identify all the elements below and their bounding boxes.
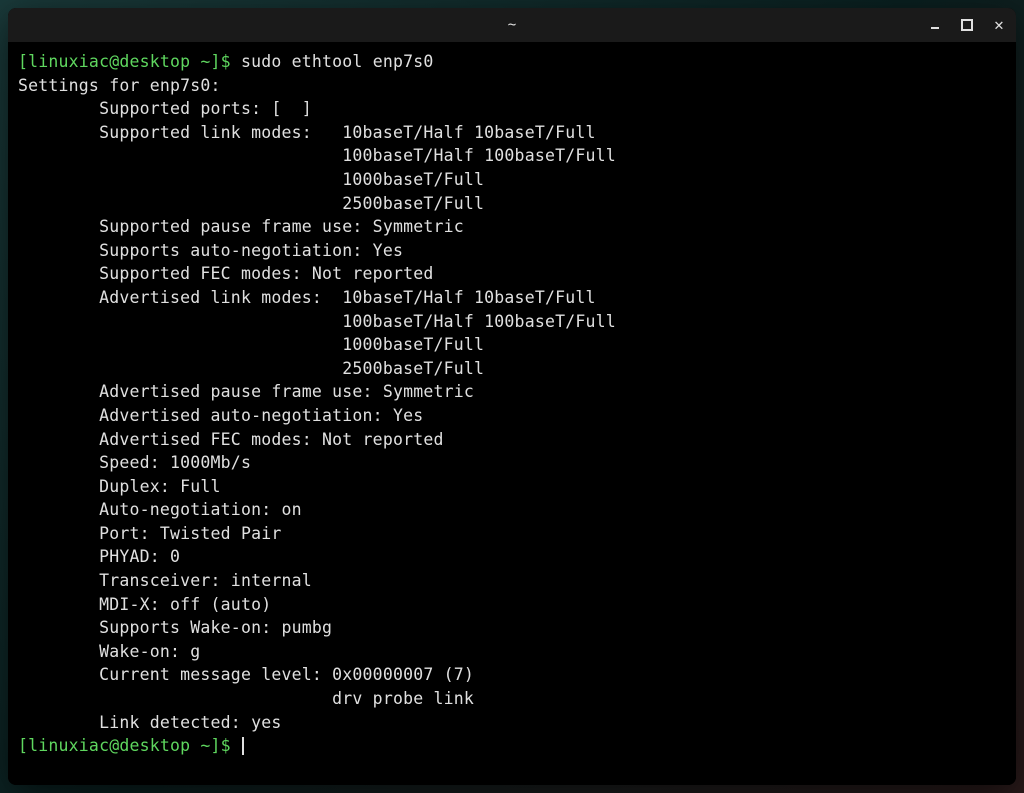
minimize-icon[interactable]: [926, 16, 944, 34]
output-line: Speed: 1000Mb/s: [18, 451, 1006, 475]
output-line: Wake-on: g: [18, 640, 1006, 664]
window-title: ~: [508, 17, 516, 33]
output-line: Supported ports: [ ]: [18, 97, 1006, 121]
output-line: Link detected: yes: [18, 711, 1006, 735]
maximize-icon[interactable]: [958, 16, 976, 34]
terminal-window: ~ ✕ [linuxiac@desktop ~]$ sudo ethtool e…: [8, 8, 1016, 785]
output-line: MDI-X: off (auto): [18, 593, 1006, 617]
shell-prompt: [linuxiac@desktop ~]$: [18, 52, 241, 71]
titlebar[interactable]: ~ ✕: [8, 8, 1016, 42]
output-line: Supported link modes: 10baseT/Half 10bas…: [18, 121, 1006, 145]
output-line: drv probe link: [18, 687, 1006, 711]
output-line: Current message level: 0x00000007 (7): [18, 663, 1006, 687]
output-line: 1000baseT/Full: [18, 333, 1006, 357]
output-body: Supported ports: [ ] Supported link mode…: [18, 97, 1006, 734]
output-line: 100baseT/Half 100baseT/Full: [18, 310, 1006, 334]
output-line: Transceiver: internal: [18, 569, 1006, 593]
command-text: sudo ethtool enp7s0: [241, 52, 434, 71]
output-line: Supported FEC modes: Not reported: [18, 262, 1006, 286]
output-line: 1000baseT/Full: [18, 168, 1006, 192]
output-line: Duplex: Full: [18, 475, 1006, 499]
output-line: Advertised auto-negotiation: Yes: [18, 404, 1006, 428]
close-icon[interactable]: ✕: [990, 16, 1008, 34]
prompt-line-1: [linuxiac@desktop ~]$ sudo ethtool enp7s…: [18, 50, 1006, 74]
output-line: Supports auto-negotiation: Yes: [18, 239, 1006, 263]
output-line: Advertised link modes: 10baseT/Half 10ba…: [18, 286, 1006, 310]
prompt-line-2: [linuxiac@desktop ~]$: [18, 734, 1006, 758]
output-line: Supports Wake-on: pumbg: [18, 616, 1006, 640]
output-line: Port: Twisted Pair: [18, 522, 1006, 546]
window-controls: ✕: [926, 8, 1008, 42]
output-line: Advertised FEC modes: Not reported: [18, 428, 1006, 452]
shell-prompt: [linuxiac@desktop ~]$: [18, 736, 241, 755]
output-line: PHYAD: 0: [18, 545, 1006, 569]
output-line: 2500baseT/Full: [18, 357, 1006, 381]
output-line: 2500baseT/Full: [18, 192, 1006, 216]
output-line: Advertised pause frame use: Symmetric: [18, 380, 1006, 404]
output-line: Supported pause frame use: Symmetric: [18, 215, 1006, 239]
output-line: 100baseT/Half 100baseT/Full: [18, 144, 1006, 168]
output-header: Settings for enp7s0:: [18, 74, 1006, 98]
cursor: [242, 737, 244, 755]
output-line: Auto-negotiation: on: [18, 498, 1006, 522]
terminal-content[interactable]: [linuxiac@desktop ~]$ sudo ethtool enp7s…: [8, 42, 1016, 785]
